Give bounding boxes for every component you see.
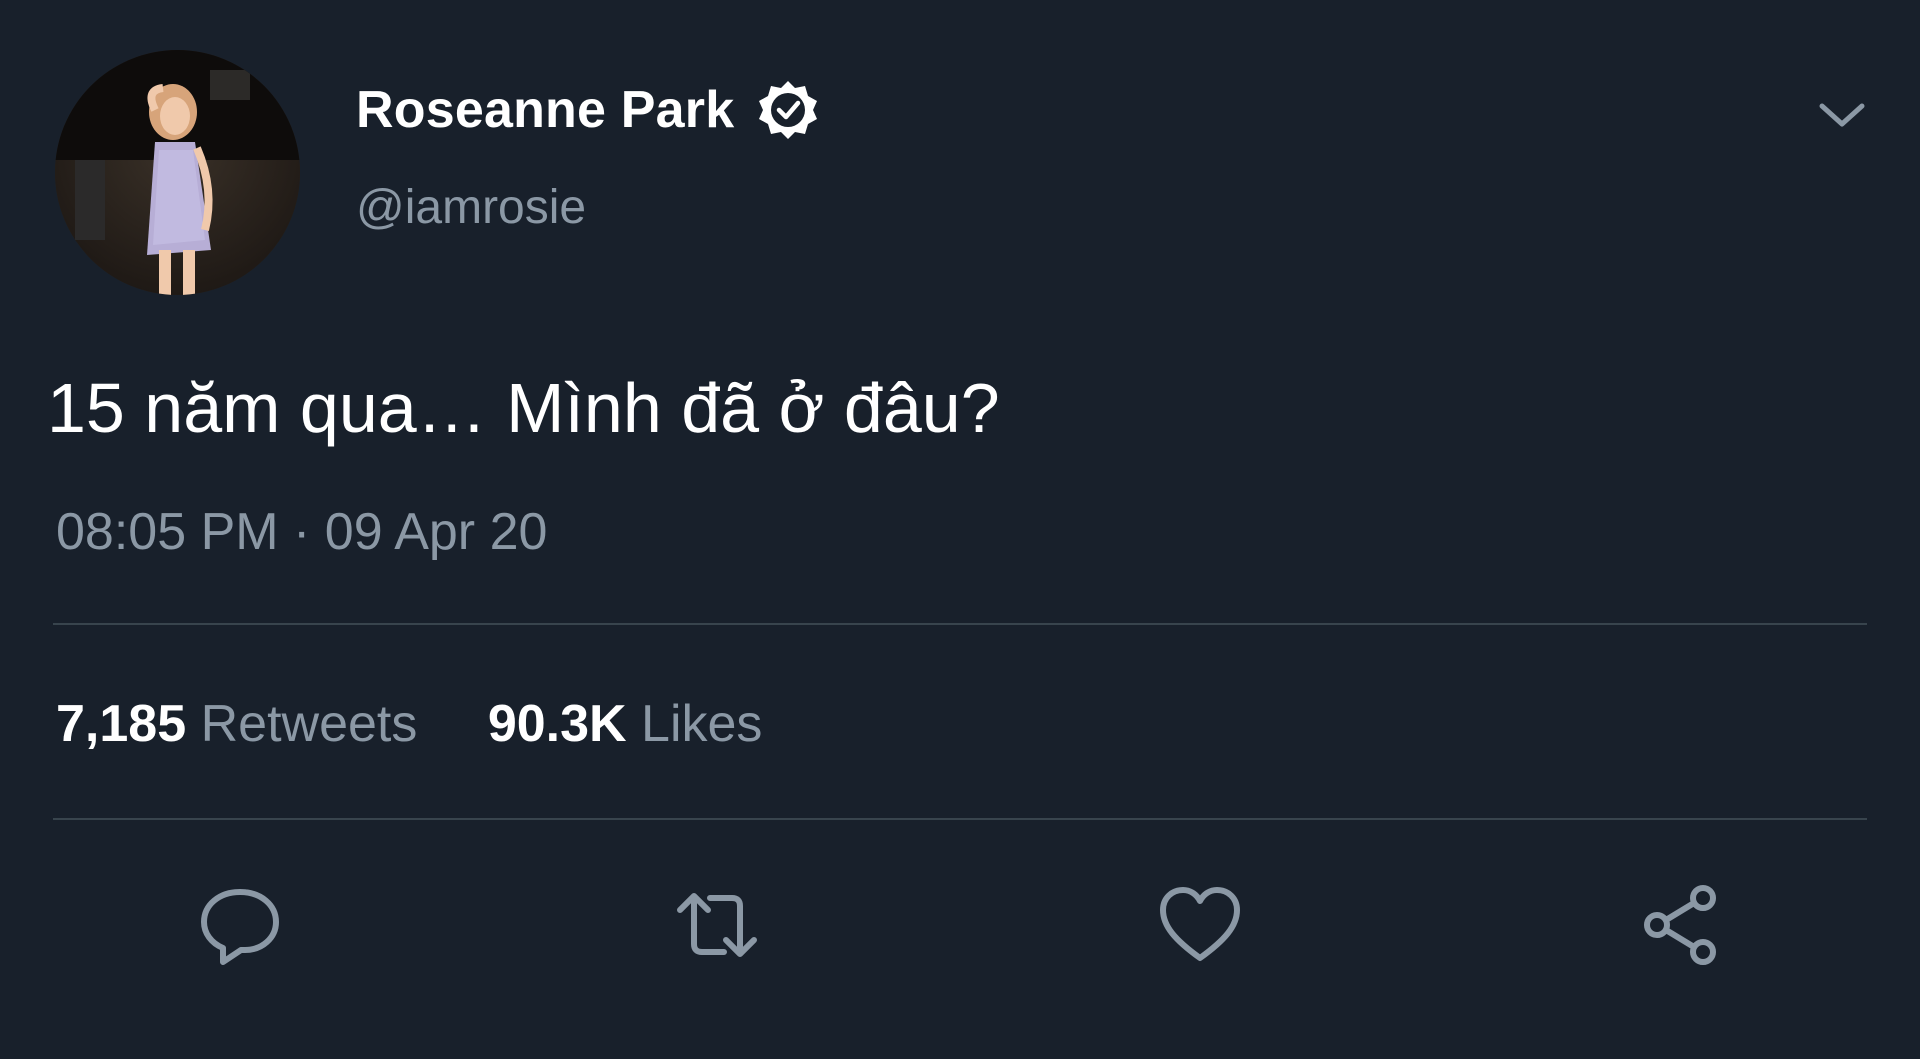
retweets-stat[interactable]: 7,185 Retweets: [56, 694, 417, 754]
tweet-stats: 7,185 Retweets 90.3K Likes: [56, 694, 762, 754]
like-button[interactable]: [1155, 880, 1245, 970]
like-icon: [1160, 887, 1240, 961]
display-name[interactable]: Roseanne Park: [356, 78, 820, 142]
verified-badge-icon: [756, 78, 820, 142]
display-name-text: Roseanne Park: [356, 81, 735, 139]
divider: [53, 818, 1867, 820]
share-button[interactable]: [1637, 880, 1727, 970]
likes-stat[interactable]: 90.3K Likes: [488, 694, 763, 754]
share-icon: [1644, 885, 1716, 965]
avatar-image: [55, 50, 300, 295]
tweet-card: Roseanne Park @iamrosie 15 năm qua… Mình…: [0, 0, 1920, 1059]
retweet-button[interactable]: [672, 880, 762, 970]
retweets-count: 7,185: [56, 695, 187, 753]
user-handle[interactable]: @iamrosie: [356, 180, 586, 235]
tweet-text: 15 năm qua… Mình đã ở đâu?: [47, 369, 1000, 447]
tweet-timestamp[interactable]: 08:05 PM · 09 Apr 20: [56, 502, 547, 562]
divider: [53, 623, 1867, 625]
reply-button[interactable]: [195, 880, 285, 970]
chevron-down-icon[interactable]: [1818, 98, 1866, 132]
reply-icon: [201, 889, 279, 965]
avatar[interactable]: [55, 50, 300, 295]
retweet-icon: [677, 893, 757, 957]
likes-label: Likes: [641, 695, 763, 753]
retweets-label: Retweets: [200, 695, 418, 753]
likes-count: 90.3K: [487, 695, 627, 753]
